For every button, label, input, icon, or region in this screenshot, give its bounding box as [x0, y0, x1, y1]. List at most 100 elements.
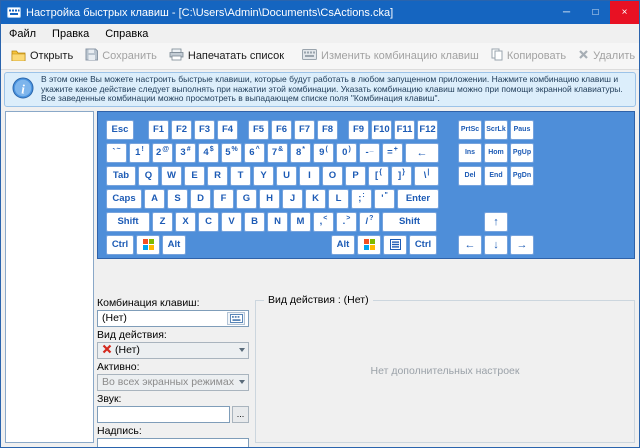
sound-browse-button[interactable]: ...	[232, 406, 249, 423]
menu-file[interactable]: Файл	[1, 28, 44, 40]
hotkey-combo[interactable]: (Нет)	[97, 310, 249, 327]
key-f4[interactable]: F4	[217, 120, 238, 140]
key-l[interactable]: L	[328, 189, 349, 209]
key-f6[interactable]: F6	[271, 120, 292, 140]
key-d[interactable]: D	[190, 189, 211, 209]
key-e[interactable]: E	[184, 166, 205, 186]
key-7[interactable]: 7&	[267, 143, 288, 163]
key-v[interactable]: V	[221, 212, 242, 232]
key-lalt[interactable]: Alt	[162, 235, 186, 255]
key-9[interactable]: 9(	[313, 143, 334, 163]
key-t[interactable]: T	[230, 166, 251, 186]
key-i[interactable]: I	[299, 166, 320, 186]
hotkey-picker-button[interactable]	[227, 312, 245, 325]
key-p[interactable]: P	[345, 166, 366, 186]
menu-edit[interactable]: Правка	[44, 28, 97, 40]
key-tab[interactable]: Tab	[106, 166, 136, 186]
key-q[interactable]: Q	[138, 166, 159, 186]
change-combo-button[interactable]: Изменить комбинацию клавиш	[296, 46, 485, 66]
key-ralt[interactable]: Alt	[331, 235, 355, 255]
copy-button[interactable]: Копировать	[485, 45, 572, 67]
key-f[interactable]: F	[213, 189, 234, 209]
key-slash[interactable]: /?	[359, 212, 380, 232]
key-lshift[interactable]: Shift	[106, 212, 150, 232]
key-down[interactable]: ↓	[484, 235, 508, 255]
menu-help[interactable]: Справка	[97, 28, 156, 40]
key-8[interactable]: 8*	[290, 143, 311, 163]
key-z[interactable]: Z	[152, 212, 173, 232]
print-button[interactable]: Напечатать список	[163, 45, 290, 67]
action-type-combo[interactable]: (Нет)	[97, 342, 249, 359]
key-delete[interactable]: Del	[458, 166, 482, 186]
key-s[interactable]: S	[167, 189, 188, 209]
key-o[interactable]: O	[322, 166, 343, 186]
key-lbracket[interactable]: [{	[368, 166, 389, 186]
key-end[interactable]: End	[484, 166, 508, 186]
close-button[interactable]: ×	[610, 1, 639, 24]
key-k[interactable]: K	[305, 189, 326, 209]
key-pgdn[interactable]: PgDn	[510, 166, 534, 186]
key-f10[interactable]: F10	[371, 120, 392, 140]
key-3[interactable]: 3#	[175, 143, 196, 163]
key-5[interactable]: 5%	[221, 143, 242, 163]
key-home[interactable]: Hom	[484, 143, 508, 163]
key-a[interactable]: A	[144, 189, 165, 209]
sound-input[interactable]	[97, 406, 230, 423]
key-pause[interactable]: Paus	[510, 120, 534, 140]
key-4[interactable]: 4$	[198, 143, 219, 163]
key-r[interactable]: R	[207, 166, 228, 186]
caption-input[interactable]	[97, 438, 249, 448]
key-y[interactable]: Y	[253, 166, 274, 186]
key-left[interactable]: ←	[458, 235, 482, 255]
minimize-button[interactable]: ─	[552, 1, 581, 24]
key-1[interactable]: 1!	[129, 143, 150, 163]
key-6[interactable]: 6^	[244, 143, 265, 163]
key-rwin[interactable]	[357, 235, 381, 255]
delete-button[interactable]: Удалить	[572, 46, 640, 66]
key-comma[interactable]: ,<	[313, 212, 334, 232]
key-f8[interactable]: F8	[317, 120, 338, 140]
key-f1[interactable]: F1	[148, 120, 169, 140]
key-x[interactable]: X	[175, 212, 196, 232]
key-lwin[interactable]	[136, 235, 160, 255]
key-m[interactable]: M	[290, 212, 311, 232]
key-backspace[interactable]: ←	[405, 143, 439, 163]
key-semicolon[interactable]: ;:	[351, 189, 372, 209]
key-grave[interactable]: `~	[106, 143, 127, 163]
key-backslash[interactable]: \|	[414, 166, 439, 186]
hotkey-list[interactable]	[5, 111, 94, 444]
key-up[interactable]: ↑	[484, 212, 508, 232]
key-minus[interactable]: -_	[359, 143, 380, 163]
key-capslock[interactable]: Caps	[106, 189, 142, 209]
key-f7[interactable]: F7	[294, 120, 315, 140]
key-scrlk[interactable]: ScrLk	[484, 120, 508, 140]
key-insert[interactable]: Ins	[458, 143, 482, 163]
key-b[interactable]: B	[244, 212, 265, 232]
key-f9[interactable]: F9	[348, 120, 369, 140]
key-w[interactable]: W	[161, 166, 182, 186]
key-enter[interactable]: Enter	[397, 189, 439, 209]
key-f11[interactable]: F11	[394, 120, 415, 140]
key-g[interactable]: G	[236, 189, 257, 209]
active-combo[interactable]: Во всех экранных режимах	[97, 374, 249, 391]
key-u[interactable]: U	[276, 166, 297, 186]
key-j[interactable]: J	[282, 189, 303, 209]
key-f3[interactable]: F3	[194, 120, 215, 140]
key-h[interactable]: H	[259, 189, 280, 209]
key-rctrl[interactable]: Ctrl	[409, 235, 437, 255]
key-period[interactable]: .>	[336, 212, 357, 232]
key-lctrl[interactable]: Ctrl	[106, 235, 134, 255]
maximize-button[interactable]: □	[581, 1, 610, 24]
key-pgup[interactable]: PgUp	[510, 143, 534, 163]
key-esc[interactable]: Esc	[106, 120, 134, 140]
key-f12[interactable]: F12	[417, 120, 438, 140]
key-f2[interactable]: F2	[171, 120, 192, 140]
save-button[interactable]: Сохранить	[79, 45, 163, 67]
key-quote[interactable]: '"	[374, 189, 395, 209]
open-button[interactable]: Открыть	[5, 46, 79, 67]
key-prtsc[interactable]: PrtSc	[458, 120, 482, 140]
key-2[interactable]: 2@	[152, 143, 173, 163]
key-right[interactable]: →	[510, 235, 534, 255]
key-c[interactable]: C	[198, 212, 219, 232]
key-equals[interactable]: =+	[382, 143, 403, 163]
